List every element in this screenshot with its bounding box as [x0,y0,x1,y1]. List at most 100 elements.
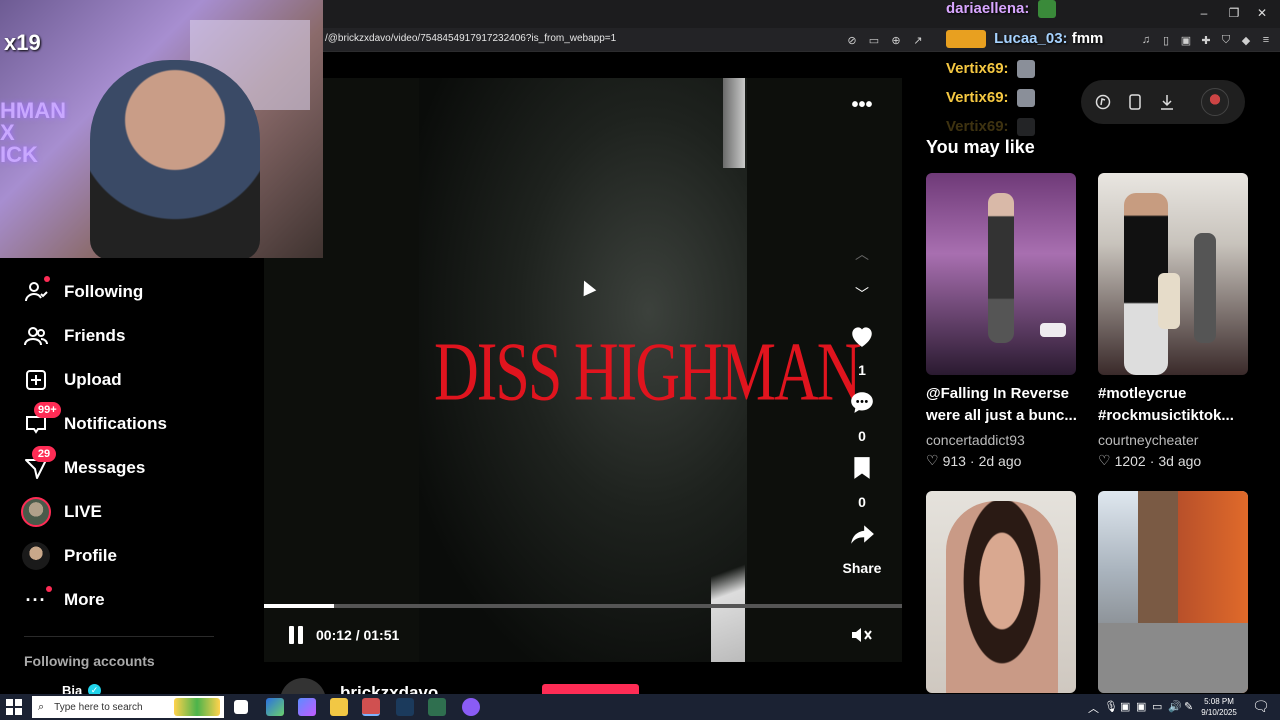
recommendation-thumbnail[interactable] [926,491,1076,693]
profile-icon [20,540,52,572]
following-accounts-heading: Following accounts [24,653,155,669]
bookmark-count: 0 [858,494,866,510]
recommendation-caption[interactable]: @Falling In Reverse were all just a bunc… [926,383,1086,427]
video-highlight [723,78,745,168]
media-icon[interactable]: ♫ [1138,32,1154,48]
steam-icon[interactable] [396,698,414,716]
device-icon[interactable] [1125,92,1145,112]
sidebar-item-following[interactable]: Following [20,276,143,308]
close-button[interactable]: ✕ [1252,6,1272,20]
extensions-icon[interactable]: ✚ [1198,32,1214,48]
taskbar-search-placeholder: Type here to search [54,701,143,713]
share-label: Share [842,560,882,576]
speaker-icon[interactable]: 🔊 [1168,700,1182,713]
chat-username: Lucaa_03: [994,30,1068,47]
coins-icon[interactable] [1093,92,1113,112]
zoom-icon[interactable]: ⊕ [888,32,904,48]
recommendation-thumbnail[interactable] [1098,491,1248,693]
task-view-icon[interactable] [234,700,248,714]
sidebar-item-label: Following [64,282,144,301]
volume-icon[interactable] [850,625,874,645]
chat-app-icon[interactable] [462,698,480,716]
search-highlight-icon [174,698,220,716]
terminal-icon[interactable] [428,698,446,716]
taskbar-clock[interactable]: 5:08 PM 9/10/2025 [1198,696,1240,718]
sidebar-item-label: Messages [64,458,146,477]
share-page-icon[interactable]: ↗ [910,32,926,48]
share-icon[interactable] [848,520,876,548]
restore-button[interactable]: ❐ [1224,6,1244,20]
notifications-icon: 99+ [20,402,61,440]
previous-video-icon[interactable]: ︿ [852,244,872,264]
clock-time: 5:08 PM [1204,697,1234,706]
chat-message: Lucaa_03: fmm [946,30,1103,49]
download-icon[interactable] [1157,92,1177,112]
network-icon[interactable]: ▭ [1152,700,1162,713]
copilot-app-icon[interactable] [298,698,316,716]
comment-icon[interactable] [848,388,876,416]
notification-center-icon[interactable]: 🗨 [1252,698,1270,715]
like-count: 1202 [1114,452,1146,469]
sidebar-item-label: Upload [64,370,122,389]
sidebar-item-label: Notifications [64,414,167,433]
streamer-webcam: HMAN X ICK [0,0,323,258]
menu-icon[interactable]: ≡ [1258,32,1274,48]
video-overlay-title: DISS HIGHMAN [434,326,862,419]
sidebar-item-profile[interactable]: Profile [20,540,117,572]
sidebar-item-upload[interactable]: Upload [20,364,122,396]
bookmark-icon[interactable] [848,454,876,482]
sidebar-item-friends[interactable]: Friends [20,320,125,352]
profile-extension-icon[interactable]: ◆ [1238,32,1254,48]
webcam-neon-sign: HMAN X ICK [0,98,66,167]
recommendation-caption[interactable]: #motleycrue #rockmusictiktok... [1098,383,1258,427]
caption-line: were all just a bunc... [926,407,1077,424]
post-age: 2d ago [978,452,1022,469]
recommendation-thumbnail[interactable] [1098,173,1248,375]
sidebar-item-label: Friends [64,326,126,345]
sidebar-item-label: Profile [64,546,117,565]
sidebar-item-more[interactable]: ··· More [20,584,105,616]
like-count: 913 [942,452,966,469]
like-icon[interactable] [848,322,876,350]
chat-emote-icon [1016,89,1035,108]
video-progress-fill [264,604,334,608]
tray-app-icon-2[interactable]: ▣ [1136,700,1146,713]
user-avatar[interactable] [1201,88,1229,116]
microphone-icon[interactable]: 🎙 [1104,700,1118,713]
more-options-icon[interactable]: ••• [850,94,874,116]
pause-button[interactable] [286,625,306,645]
next-video-icon[interactable]: ﹀ [852,284,872,304]
address-bar-url[interactable]: /@brickzxdavo/video/7548454917917232406?… [325,33,616,44]
caption-line: #motleycrue [1098,385,1187,402]
minimize-button[interactable]: – [1194,6,1214,20]
tab-icon[interactable]: ▣ [1178,32,1194,48]
sidebar-item-messages[interactable]: 29 Messages [20,446,146,484]
chat-username: dariaellena: [946,0,1030,17]
video-progress-track[interactable] [264,604,902,608]
recommendation-author[interactable]: courtneycheater [1098,432,1198,448]
cast-icon[interactable]: ▭ [866,32,882,48]
tray-app-icon[interactable]: ▣ [1120,700,1130,713]
sidebar-toggle-icon[interactable]: ▯ [1158,32,1174,48]
file-explorer-icon[interactable] [330,698,348,716]
more-icon: ··· [20,584,52,616]
tracking-protection-icon[interactable]: ⊘ [844,32,860,48]
browser-taskbar-icon[interactable] [362,698,380,716]
heart-outline-icon: ♡ [1098,452,1111,468]
search-icon: ⌕ [38,700,45,713]
chat-message: Vertix69: [946,89,1035,108]
recommendation-author[interactable]: concertaddict93 [926,432,1025,448]
shield-icon[interactable]: ⛉ [1218,32,1234,48]
following-dot [44,276,50,282]
copilot-icon[interactable] [266,698,284,716]
recommendation-stats: ♡ 913 · 2d ago [926,452,1021,469]
sidebar-item-notifications[interactable]: 99+ Notifications [20,402,167,440]
clock-date: 9/10/2025 [1201,708,1237,717]
windows-start-icon[interactable] [6,699,22,715]
sidebar-item-live[interactable]: LIVE [20,496,102,528]
taskbar-search-input[interactable]: ⌕ Type here to search [32,696,224,718]
pen-icon[interactable]: ✎ [1184,700,1193,713]
app-root: – ❐ ✕ /@brickzxdavo/video/75484549179172… [0,0,1280,720]
recommendation-thumbnail[interactable] [926,173,1076,375]
tray-overflow-icon[interactable]: ︿ [1088,700,1099,716]
